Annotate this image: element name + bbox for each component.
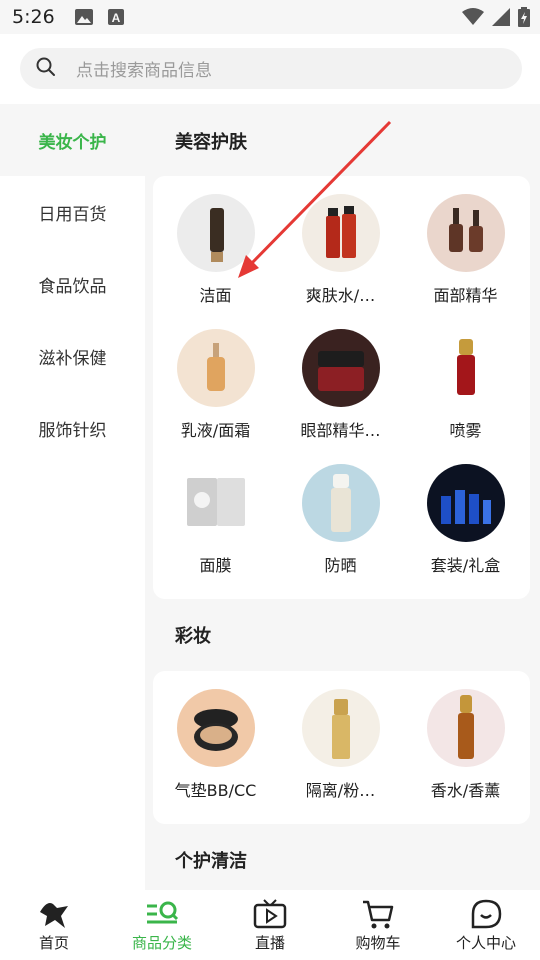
search-placeholder: 点击搜索商品信息 xyxy=(76,61,212,81)
category-item-cushion[interactable]: 气垫BB/CC xyxy=(153,689,278,801)
category-item-lotion[interactable]: 乳液/面霜 xyxy=(153,329,278,441)
category-item-cleanser[interactable]: 洁面 xyxy=(153,194,278,306)
category-label: 乳液/面霜 xyxy=(180,421,251,440)
category-search-icon xyxy=(145,898,179,930)
category-item-gift-set[interactable]: 套装/礼盒 xyxy=(403,464,528,576)
tv-play-icon xyxy=(253,898,287,930)
cream-jar-icon xyxy=(301,329,380,407)
sunscreen-bottle-icon xyxy=(301,464,380,542)
primer-bottle-icon xyxy=(301,689,380,767)
nav-live[interactable]: 直播 xyxy=(216,890,324,960)
sheet-mask-icon xyxy=(176,464,255,542)
sidebar-item-label: 服饰针织 xyxy=(38,420,107,441)
search-input[interactable]: 点击搜索商品信息 xyxy=(20,48,522,89)
category-item-spray[interactable]: 喷雾 xyxy=(403,329,528,441)
bottom-nav: 首页 商品分类 直播 购物车 个人中心 xyxy=(0,890,540,960)
section-title-makeup: 彩妆 xyxy=(175,626,211,647)
shopping-cart-icon xyxy=(361,898,395,930)
category-label: 喷雾 xyxy=(449,421,482,440)
cushion-compact-icon xyxy=(176,689,255,767)
sidebar-item-food-drinks[interactable]: 食品饮品 xyxy=(0,248,145,320)
category-item-toner[interactable]: 爽肤水/… xyxy=(278,194,403,306)
signal-icon xyxy=(492,8,510,30)
sidebar-item-label: 滋补保健 xyxy=(38,348,107,369)
nav-profile[interactable]: 个人中心 xyxy=(432,890,540,960)
cleanser-tube-icon xyxy=(176,194,255,272)
image-notification-icon xyxy=(74,8,93,26)
category-label: 洁面 xyxy=(199,286,232,305)
category-item-serum[interactable]: 面部精华 xyxy=(403,194,528,306)
search-icon xyxy=(36,57,56,81)
category-label: 香水/香薰 xyxy=(430,781,501,800)
search-bar: 点击搜索商品信息 xyxy=(0,34,540,104)
category-label: 眼部精华… xyxy=(300,421,381,440)
nav-label: 商品分类 xyxy=(131,934,192,952)
section-title-skincare: 美容护肤 xyxy=(175,132,247,153)
category-label: 爽肤水/… xyxy=(305,286,376,305)
skincare-card: 洁面 爽肤水/… 面部精华 乳液/面霜 眼部精华… 喷雾 面膜 防晒 套装/礼盒 xyxy=(153,176,530,599)
sidebar-item-label: 美妆个护 xyxy=(38,132,107,153)
section-title-personal-care: 个护清洁 xyxy=(175,851,247,872)
category-content: 美容护肤 洁面 爽肤水/… 面部精华 乳液/面霜 眼部精华… 喷雾 面膜 防晒 … xyxy=(145,104,540,890)
wifi-icon xyxy=(462,8,484,30)
text-notification-icon: A xyxy=(107,8,125,26)
category-label: 面膜 xyxy=(199,556,232,575)
sidebar-item-apparel[interactable]: 服饰针织 xyxy=(0,392,145,464)
category-sidebar: 美妆个护 日用百货 食品饮品 滋补保健 服饰针织 xyxy=(0,104,145,890)
category-label: 套装/礼盒 xyxy=(430,556,501,575)
sidebar-item-daily-goods[interactable]: 日用百货 xyxy=(0,176,145,248)
perfume-bottle-icon xyxy=(426,689,505,767)
category-item-perfume[interactable]: 香水/香薰 xyxy=(403,689,528,801)
svg-text:A: A xyxy=(111,11,120,25)
home-logo-icon xyxy=(37,898,71,930)
nav-label: 首页 xyxy=(38,934,69,952)
profile-face-icon xyxy=(469,898,503,930)
category-label: 防晒 xyxy=(324,556,357,575)
category-label: 气垫BB/CC xyxy=(174,781,257,800)
nav-label: 个人中心 xyxy=(455,934,516,952)
makeup-card: 气垫BB/CC 隔离/粉… 香水/香薰 xyxy=(153,671,530,824)
nav-cart[interactable]: 购物车 xyxy=(324,890,432,960)
category-item-mask[interactable]: 面膜 xyxy=(153,464,278,576)
status-bar: 5:26 A xyxy=(0,0,540,34)
serum-bottles-icon xyxy=(426,194,505,272)
status-time: 5:26 xyxy=(12,6,55,28)
nav-label: 购物车 xyxy=(355,934,401,952)
sidebar-item-label: 日用百货 xyxy=(38,204,107,225)
lotion-bottle-icon xyxy=(176,329,255,407)
nav-label: 直播 xyxy=(254,934,285,952)
sidebar-item-health[interactable]: 滋补保健 xyxy=(0,320,145,392)
nav-home[interactable]: 首页 xyxy=(0,890,108,960)
category-label: 面部精华 xyxy=(433,286,498,305)
spray-bottle-icon xyxy=(426,329,505,407)
category-label: 隔离/粉… xyxy=(305,781,376,800)
category-item-sunscreen[interactable]: 防晒 xyxy=(278,464,403,576)
sidebar-item-beauty[interactable]: 美妆个护 xyxy=(0,104,145,176)
category-item-eye-serum[interactable]: 眼部精华… xyxy=(278,329,403,441)
gift-set-icon xyxy=(426,464,505,542)
nav-categories[interactable]: 商品分类 xyxy=(108,890,216,960)
sidebar-item-label: 食品饮品 xyxy=(38,276,107,297)
category-item-primer[interactable]: 隔离/粉… xyxy=(278,689,403,801)
battery-icon xyxy=(518,7,530,31)
toner-bottles-icon xyxy=(301,194,380,272)
